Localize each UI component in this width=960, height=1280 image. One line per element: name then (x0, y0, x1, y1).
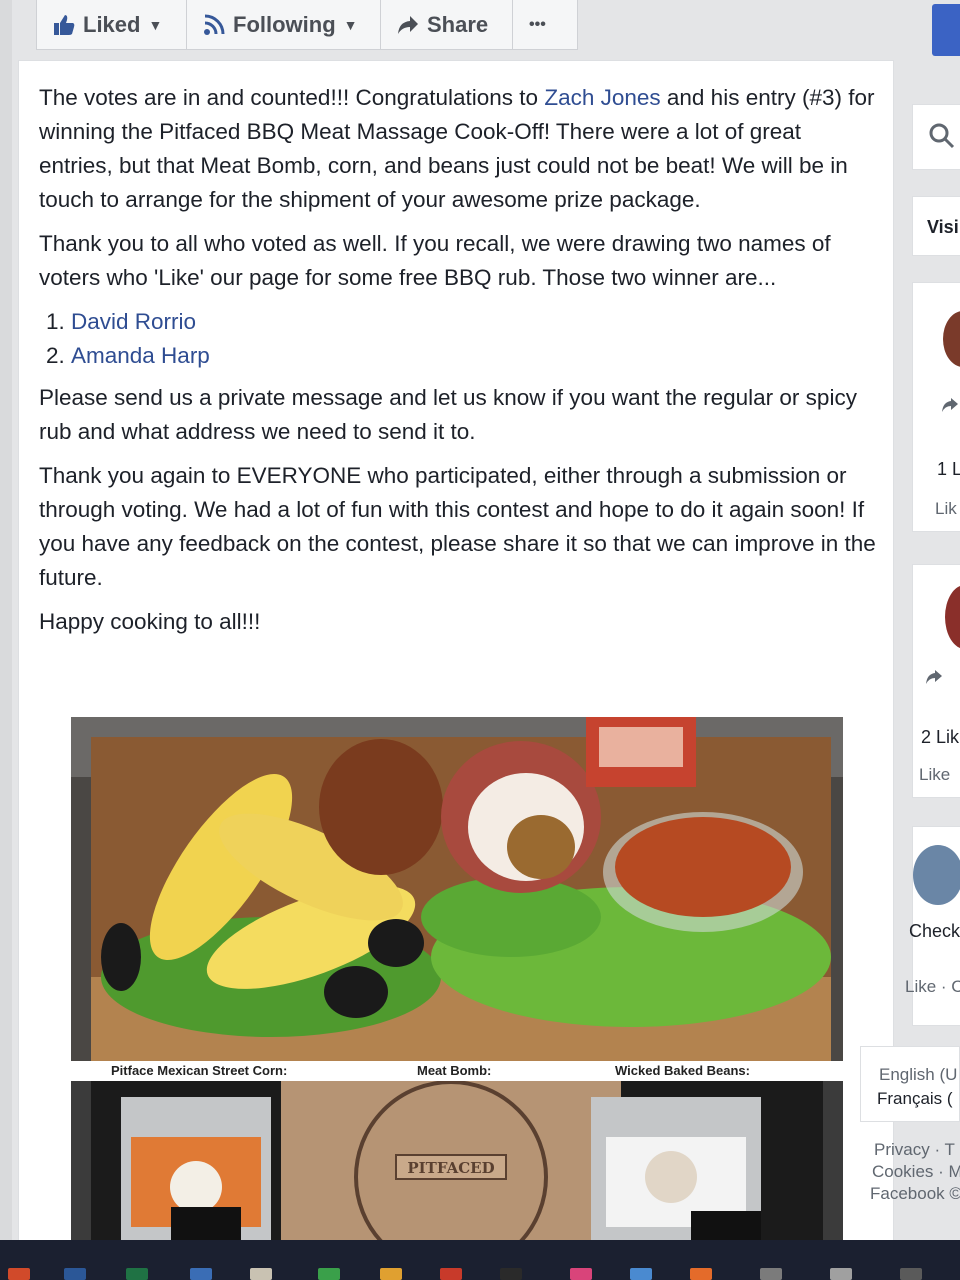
list-item: Amanda Harp (71, 339, 879, 373)
like-button[interactable]: Lik (935, 499, 957, 519)
app-icon[interactable] (8, 1268, 30, 1280)
rss-feed-icon (203, 14, 225, 36)
post-paragraph-1: The votes are in and counted!!! Congratu… (39, 81, 879, 217)
chevron-down-icon: ▼ (148, 16, 163, 33)
avatar (913, 845, 960, 905)
sidebar-post-3: Check Like · C (905, 826, 960, 1026)
caption-corn: Pitface Mexican Street Corn: (111, 1063, 288, 1078)
photo-caption-row: Pitface Mexican Street Corn: Meat Bomb: … (71, 1061, 843, 1081)
winners-list: David Rorrio Amanda Harp (39, 305, 879, 373)
visit-label: Visi (927, 217, 959, 237)
language-english[interactable]: English (U (879, 1065, 957, 1085)
app-icon[interactable] (760, 1268, 782, 1280)
sidebar-post-2: 2 Lik Like (912, 564, 960, 798)
language-card: English (U Français ( (860, 1046, 960, 1122)
page-action-bar: Liked ▼ Following ▼ Share ••• (36, 0, 578, 50)
word-icon[interactable] (64, 1268, 86, 1280)
app-icon[interactable] (830, 1268, 852, 1280)
post-paragraph-2: Thank you to all who voted as well. If y… (39, 231, 831, 290)
language-french[interactable]: Français ( (877, 1089, 953, 1109)
like-button[interactable]: Like · C (905, 977, 960, 997)
liked-label: Liked (83, 11, 141, 37)
app-icon[interactable] (630, 1268, 652, 1280)
liked-button[interactable]: Liked ▼ (37, 0, 187, 50)
share-arrow-icon[interactable] (941, 397, 959, 418)
footer-copyright: Facebook © (870, 1184, 960, 1203)
more-dots-icon: ••• (529, 15, 546, 33)
app-icon[interactable] (570, 1268, 592, 1280)
avatar (943, 311, 960, 367)
winner-link-amanda-harp[interactable]: Amanda Harp (71, 343, 210, 368)
app-icon[interactable] (190, 1268, 212, 1280)
excel-icon[interactable] (126, 1268, 148, 1280)
winner-link-zach-jones[interactable]: Zach Jones (544, 85, 660, 110)
chevron-down-icon: ▼ (343, 16, 358, 33)
share-label: Share (427, 11, 489, 37)
share-button[interactable]: Share (381, 0, 513, 50)
post-body: The votes are in and counted!!! Congratu… (39, 81, 879, 649)
share-arrow-icon[interactable] (925, 669, 943, 690)
winner-link-david-rorrio[interactable]: David Rorrio (71, 309, 196, 334)
post-paragraph-4: Thank you again to EVERYONE who particip… (39, 463, 876, 590)
footer-privacy[interactable]: Privacy · T (874, 1140, 955, 1160)
app-icon[interactable] (690, 1268, 712, 1280)
like-button[interactable]: Like (919, 765, 950, 785)
post-photo[interactable]: PITFACED Pitface Mexican Street Corn: Me… (71, 717, 843, 1243)
likes-count[interactable]: 1 L (937, 459, 960, 480)
search-box[interactable] (912, 104, 960, 170)
post-paragraph-5: Happy cooking to all!!! (39, 609, 261, 634)
os-taskbar (0, 1240, 960, 1280)
caption-beans: Wicked Baked Beans: (615, 1063, 750, 1078)
app-icon[interactable] (250, 1268, 272, 1280)
visit-card: Visi (912, 196, 960, 256)
list-item: David Rorrio (71, 305, 879, 339)
avatar (945, 585, 960, 649)
search-icon (927, 121, 957, 156)
app-icon[interactable] (900, 1268, 922, 1280)
app-icon[interactable] (380, 1268, 402, 1280)
right-sidebar: Visi 1 L Lik 2 Lik Like Check Like · C E… (860, 60, 960, 1240)
following-button[interactable]: Following ▼ (187, 0, 381, 50)
share-arrow-icon (397, 15, 419, 35)
thumbs-up-icon (53, 14, 75, 36)
post-card: The votes are in and counted!!! Congratu… (18, 60, 894, 1243)
app-icon[interactable] (318, 1268, 340, 1280)
left-page-edge (0, 0, 12, 1240)
p1-text-start: The votes are in and counted!!! Congratu… (39, 85, 545, 110)
bbq-food-photo: PITFACED (71, 717, 843, 1243)
more-options-button[interactable]: ••• (513, 0, 577, 50)
check-label[interactable]: Check (909, 921, 960, 942)
post-paragraph-3: Please send us a private message and let… (39, 385, 857, 444)
app-icon[interactable] (500, 1268, 522, 1280)
likes-count[interactable]: 2 Lik (921, 727, 959, 748)
pitfaced-logo-text: PITFACED (407, 1159, 494, 1177)
app-icon[interactable] (440, 1268, 462, 1280)
caption-meat-bomb: Meat Bomb: (417, 1063, 492, 1078)
sidebar-post-1: 1 L Lik (912, 282, 960, 532)
following-label: Following (233, 11, 336, 37)
top-right-blue-button[interactable] (932, 4, 960, 56)
footer-cookies[interactable]: Cookies · M (872, 1162, 960, 1182)
